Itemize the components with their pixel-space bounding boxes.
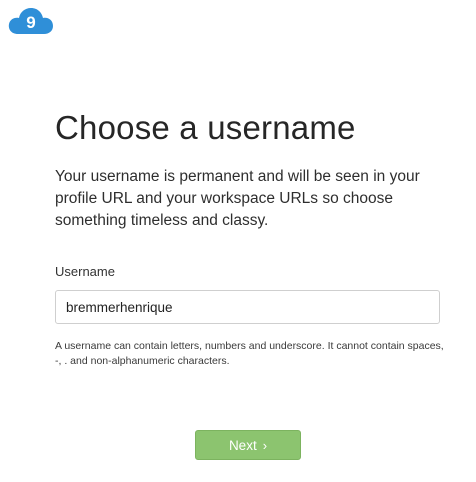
page-subtitle: Your username is permanent and will be s… (55, 168, 420, 229)
page-title: Choose a username (55, 109, 356, 146)
username-hint: A username can contain letters, numbers … (55, 340, 444, 367)
username-label: Username (55, 264, 115, 279)
logo-glyph: 9 (26, 13, 35, 32)
username-input[interactable] (55, 290, 440, 324)
username-form: Choose a username Your username is perma… (55, 108, 445, 369)
cloud9-logo-icon: 9 (7, 6, 55, 38)
next-button-label: Next (228, 437, 257, 453)
choose-username-page: 9 Choose a username Your username is per… (0, 0, 476, 482)
next-button[interactable]: Next › (195, 430, 301, 460)
chevron-right-icon: › (262, 437, 268, 453)
